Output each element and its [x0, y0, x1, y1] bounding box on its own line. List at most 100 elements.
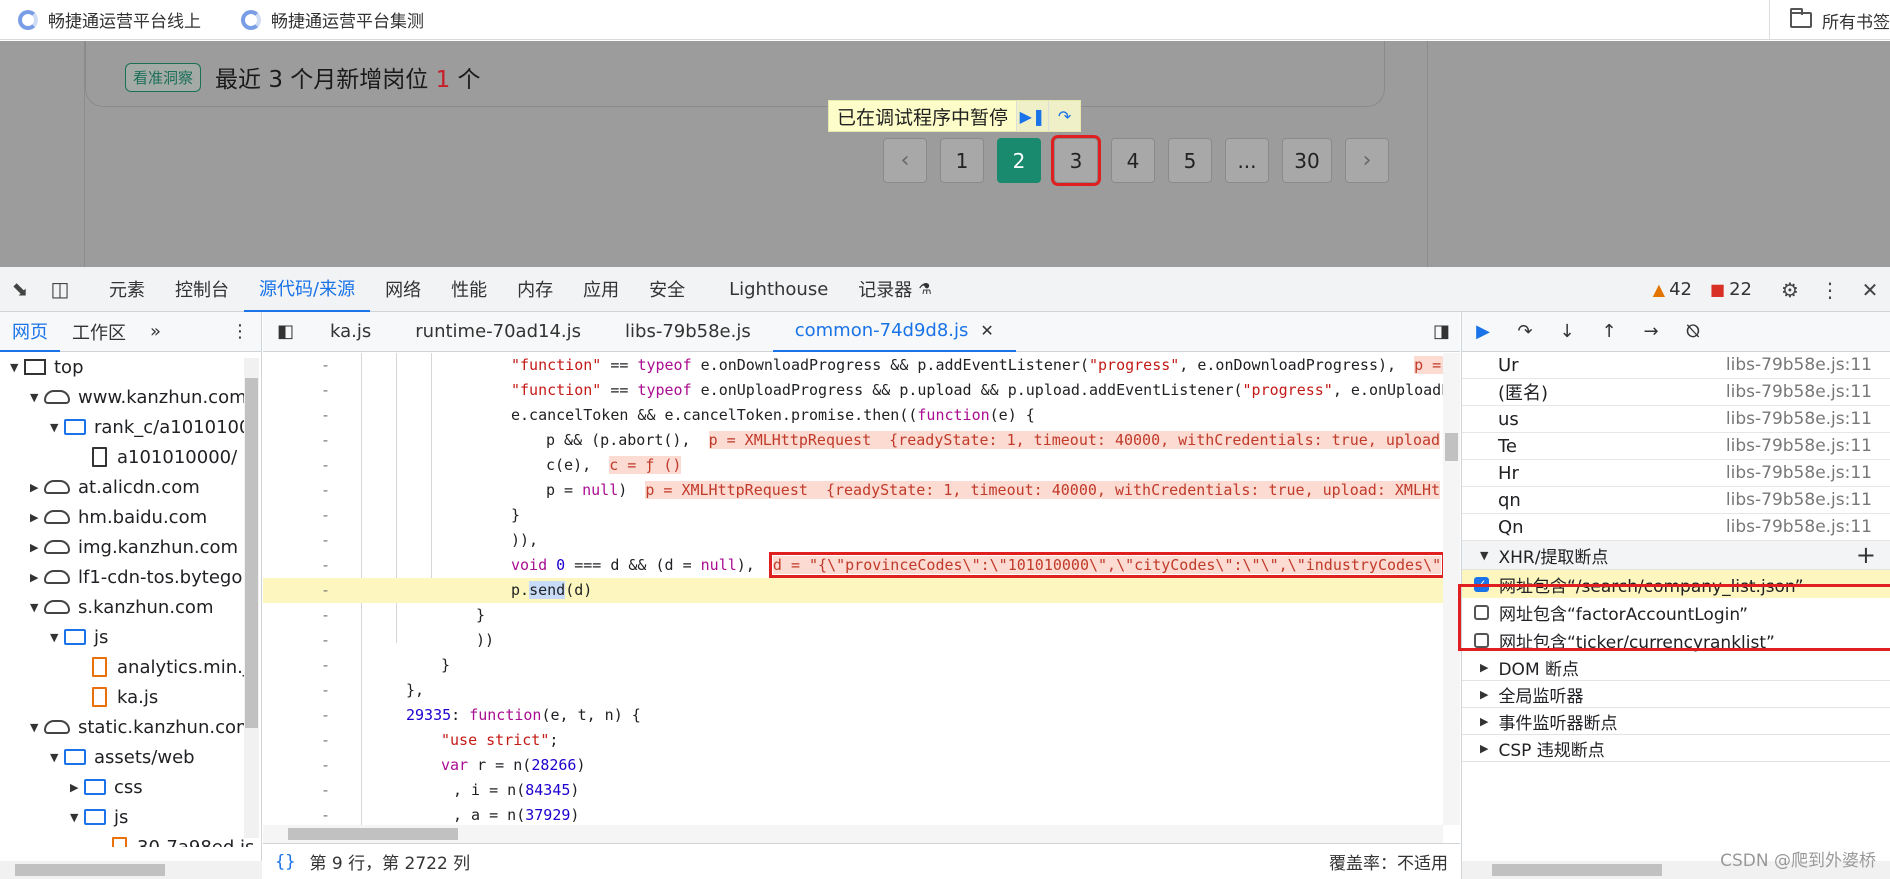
call-frame-location[interactable]: libs-79b58e.js:11 — [1726, 463, 1872, 483]
tab-page[interactable]: 网页 — [0, 312, 60, 352]
call-frame[interactable]: qn libs-79b58e.js:11 — [1462, 487, 1890, 514]
close-icon[interactable]: ✕ — [1850, 267, 1890, 312]
call-frame[interactable]: (匿名) libs-79b58e.js:11 — [1462, 379, 1890, 406]
call-frame[interactable]: Ur libs-79b58e.js:11 — [1462, 352, 1890, 379]
call-frame-location[interactable]: libs-79b58e.js:11 — [1726, 382, 1872, 402]
tree-item[interactable]: ▼ static.kanzhun.com — [0, 712, 261, 742]
editor-tab[interactable]: libs-79b58e.js — [603, 312, 773, 352]
call-frame-location[interactable]: libs-79b58e.js:11 — [1726, 517, 1872, 537]
tab-performance[interactable]: 性能 — [436, 267, 502, 312]
call-frame-location[interactable]: libs-79b58e.js:11 — [1726, 490, 1872, 510]
more-tabs-icon[interactable]: » — [138, 312, 173, 352]
xhr-breakpoint[interactable]: ✓ 网址包含“/search/company_list.json” — [1462, 570, 1890, 598]
inspect-element-icon[interactable]: ⬊ — [0, 267, 40, 312]
tree-item[interactable]: ▼ js — [0, 802, 261, 832]
scrollbar-thumb[interactable] — [1445, 433, 1458, 461]
sidebar-section-header[interactable]: ▶ 全局监听器 — [1462, 681, 1890, 708]
tab-lighthouse[interactable]: Lighthouse — [714, 267, 843, 312]
tree-item[interactable]: ▼ www.kanzhun.com — [0, 382, 261, 412]
bookmark-item[interactable]: 畅捷通运营平台集测 — [241, 7, 424, 32]
tab-sources[interactable]: 源代码/来源 — [244, 267, 371, 312]
more-menu-icon[interactable]: ⋮ — [1810, 267, 1850, 312]
expanded-triangle-icon[interactable]: ▼ — [30, 721, 44, 734]
add-breakpoint-icon[interactable]: + — [1856, 541, 1876, 569]
page-button[interactable]: 4 — [1111, 138, 1155, 183]
expanded-triangle-icon[interactable]: ▼ — [10, 361, 24, 374]
breakpoint-checkbox[interactable] — [1474, 632, 1489, 648]
step-over-icon[interactable]: ↷ — [1504, 312, 1546, 352]
request-payload-value[interactable]: d = "{\"provinceCodes\":\"101010000\",\"… — [768, 552, 1443, 578]
editor-tab[interactable]: ka.js — [308, 312, 393, 352]
toggle-debugger-icon[interactable]: ◨ — [1423, 312, 1460, 352]
xhr-breakpoints-header[interactable]: ▼ XHR/提取断点 + — [1462, 541, 1890, 570]
resume-icon[interactable]: ▶❚ — [1016, 101, 1049, 131]
step-out-icon[interactable]: ↑ — [1588, 312, 1630, 352]
xhr-breakpoint[interactable]: 网址包含“factorAccountLogin” — [1462, 598, 1890, 626]
scrollbar-thumb[interactable] — [288, 828, 458, 840]
collapsed-triangle-icon[interactable]: ▶ — [70, 781, 84, 794]
collapsed-triangle-icon[interactable]: ▶ — [30, 511, 44, 524]
tree-item[interactable]: ▼ js — [0, 622, 261, 652]
expanded-triangle-icon[interactable]: ▼ — [50, 421, 64, 434]
tree-item[interactable]: ▼ s.kanzhun.com — [0, 592, 261, 622]
step-over-icon[interactable]: ↷ — [1048, 101, 1081, 131]
call-frame[interactable]: Te libs-79b58e.js:11 — [1462, 433, 1890, 460]
navigator-scrollbar[interactable] — [244, 358, 259, 838]
tree-item[interactable]: ka.js — [0, 682, 261, 712]
tab-console[interactable]: 控制台 — [160, 267, 244, 312]
tree-item[interactable]: 30-7a98ed.js — [0, 832, 261, 847]
step-icon[interactable]: → — [1630, 312, 1672, 352]
navigator-h-scrollbar[interactable] — [0, 861, 262, 879]
scrollbar-thumb[interactable] — [1492, 864, 1662, 876]
tree-item[interactable]: analytics.min.js — [0, 652, 261, 682]
xhr-breakpoint[interactable]: 网址包含“ticker/currencyranklist” — [1462, 626, 1890, 654]
tree-item[interactable]: ▶ css — [0, 772, 261, 802]
paused-execution-line[interactable]: - p.send(d) — [263, 578, 1443, 603]
next-page-button[interactable]: › — [1345, 138, 1389, 183]
call-frame[interactable]: us libs-79b58e.js:11 — [1462, 406, 1890, 433]
close-tab-icon[interactable]: ✕ — [980, 321, 993, 340]
tree-item[interactable]: ▶ img.kanzhun.com — [0, 532, 261, 562]
expanded-triangle-icon[interactable]: ▼ — [50, 751, 64, 764]
deactivate-breakpoints-icon[interactable]: ⦰ — [1672, 312, 1714, 352]
expanded-triangle-icon[interactable]: ▼ — [50, 631, 64, 644]
bookmark-item[interactable]: 畅捷通运营平台线上 — [18, 7, 201, 32]
call-frame-location[interactable]: libs-79b58e.js:11 — [1726, 436, 1872, 456]
error-count[interactable]: 22 — [1729, 279, 1752, 300]
editor-tab-active[interactable]: common-74d9d8.js ✕ — [772, 312, 1016, 352]
sidebar-section-header[interactable]: ▶ DOM 断点 — [1462, 654, 1890, 681]
editor-h-scrollbar[interactable] — [263, 825, 1443, 843]
step-into-icon[interactable]: ↓ — [1546, 312, 1588, 352]
tree-item[interactable]: ▼ rank_c/a1010100 — [0, 412, 261, 442]
page-button[interactable]: 1 — [940, 138, 984, 183]
collapsed-triangle-icon[interactable]: ▶ — [30, 571, 44, 584]
sidebar-section-header[interactable]: ▶ CSP 违规断点 — [1462, 735, 1890, 762]
page-button-last[interactable]: 30 — [1282, 138, 1332, 183]
page-button[interactable]: 5 — [1168, 138, 1212, 183]
call-frame[interactable]: Hr libs-79b58e.js:11 — [1462, 460, 1890, 487]
breakpoint-checkbox[interactable] — [1474, 604, 1489, 620]
settings-gear-icon[interactable]: ⚙ — [1770, 267, 1810, 312]
navigator-menu-icon[interactable]: ⋮ — [219, 312, 261, 352]
call-frame-location[interactable]: libs-79b58e.js:11 — [1726, 355, 1872, 375]
tab-memory[interactable]: 内存 — [502, 267, 568, 312]
page-button-active[interactable]: 2 — [997, 138, 1041, 183]
tree-item[interactable]: a101010000/ — [0, 442, 261, 472]
scrollbar-thumb[interactable] — [15, 864, 165, 876]
scrollbar-thumb[interactable] — [245, 378, 258, 728]
warning-count[interactable]: 42 — [1669, 279, 1692, 300]
all-bookmarks-button[interactable]: 所有书签 — [1769, 0, 1890, 40]
page-button-highlighted[interactable]: 3 — [1051, 135, 1101, 186]
page-ellipsis[interactable]: ... — [1225, 138, 1269, 183]
tab-elements[interactable]: 元素 — [94, 267, 160, 312]
editor-tab[interactable]: runtime-70ad14.js — [393, 312, 603, 352]
expanded-triangle-icon[interactable]: ▼ — [70, 811, 84, 824]
code-view[interactable]: - "function" == typeof e.onDownloadProgre… — [263, 353, 1443, 825]
device-toolbar-icon[interactable]: ◫ — [40, 267, 80, 312]
resume-icon[interactable]: ▶ — [1462, 312, 1504, 352]
expanded-triangle-icon[interactable]: ▼ — [30, 601, 44, 614]
tab-recorder[interactable]: 记录器 ⚗ — [843, 267, 946, 312]
pretty-print-icon[interactable]: {} — [275, 852, 295, 872]
sidebar-section-header[interactable]: ▶ 事件监听器断点 — [1462, 708, 1890, 735]
tab-workspace[interactable]: 工作区 — [60, 312, 138, 352]
